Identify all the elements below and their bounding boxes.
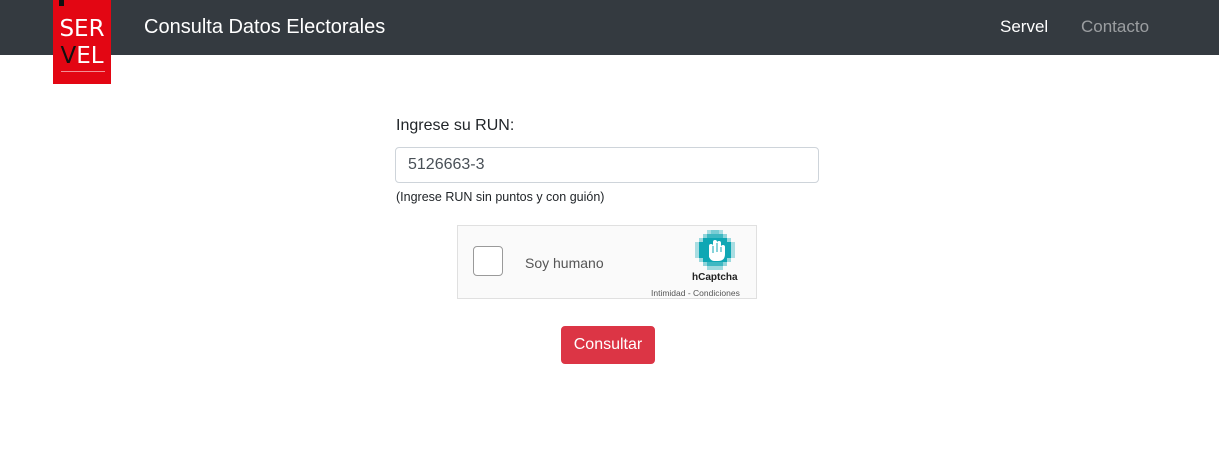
logo-letters-el: EL [76, 43, 104, 69]
logo-letter-v: V [60, 43, 77, 69]
consultar-button[interactable]: Consultar [561, 326, 655, 364]
captcha-checkbox[interactable] [473, 246, 503, 276]
hcaptcha-hand-icon[interactable] [695, 230, 735, 270]
nav-link-servel[interactable]: Servel [1000, 16, 1048, 38]
hcaptcha-brand[interactable]: hCaptcha [692, 272, 738, 283]
logo-text-line2: VEL [53, 45, 111, 68]
logo-notch [59, 0, 64, 6]
run-input[interactable] [395, 147, 819, 183]
nav-link-contacto[interactable]: Contacto [1081, 16, 1149, 38]
run-label: Ingrese su RUN: [396, 117, 515, 134]
logo-text-line1: SER [59, 16, 105, 42]
top-navbar: Consulta Datos Electorales Servel Contac… [0, 0, 1219, 55]
captcha-label: Soy humano [525, 255, 604, 271]
site-title[interactable]: Consulta Datos Electorales [144, 14, 385, 40]
logo-rule [61, 71, 105, 72]
hcaptcha-widget: Soy humano hCaptcha Intimidad - Condicio… [457, 225, 757, 299]
servel-logo[interactable]: SER VEL [53, 0, 111, 84]
run-hint: (Ingrese RUN sin puntos y con guión) [396, 190, 605, 204]
hcaptcha-links[interactable]: Intimidad - Condiciones [651, 288, 740, 298]
